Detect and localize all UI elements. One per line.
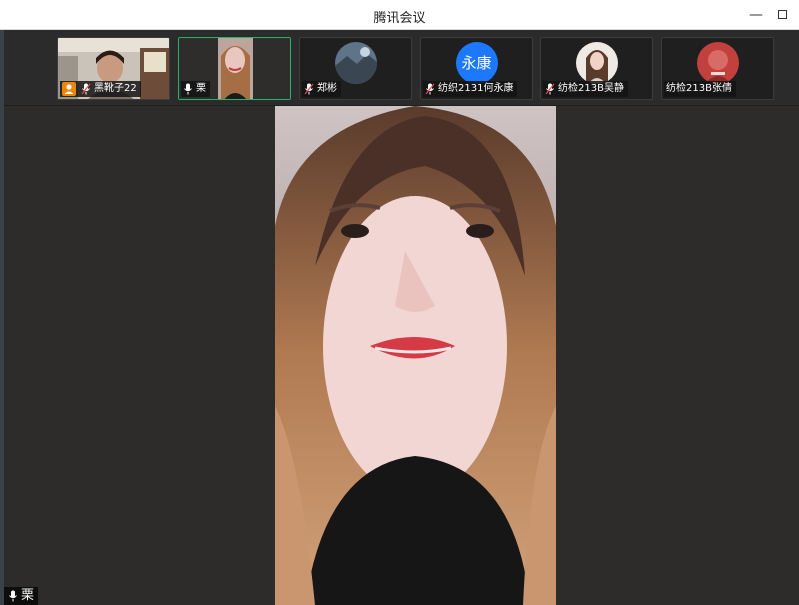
meeting-window: 腾讯会议 — 黑靴子22 栗 郑彬 永康 纺织2131何永康 纺检213B吴静 … <box>0 0 799 605</box>
mic-muted-icon <box>81 83 91 95</box>
maximize-button[interactable] <box>771 4 793 26</box>
participant-avatar-6 <box>696 42 739 84</box>
title-bar: 腾讯会议 — <box>0 0 799 30</box>
host-icon <box>62 82 76 96</box>
participant-avatar-3 <box>334 42 377 84</box>
window-title: 腾讯会议 <box>373 11 426 26</box>
participant-avatar-5 <box>575 42 618 84</box>
participant-tile-5[interactable]: 纺检213B吴静 <box>540 37 653 100</box>
mic-icon <box>183 83 193 95</box>
participant-label-1: 黑靴子22 <box>60 81 141 97</box>
participant-tile-1[interactable]: 黑靴子22 <box>57 37 170 100</box>
participant-strip: 黑靴子22 栗 郑彬 永康 纺织2131何永康 纺检213B吴静 纺检213B张… <box>4 30 799 106</box>
minimize-icon: — <box>749 7 763 23</box>
participant-label-4: 纺织2131何永康 <box>423 81 518 97</box>
participant-name-3: 郑彬 <box>317 83 337 94</box>
participant-label-3: 郑彬 <box>302 81 341 97</box>
mic-muted-icon <box>304 83 314 95</box>
maximize-icon <box>777 10 787 19</box>
participant-tile-6[interactable]: 纺检213B张倩 <box>661 37 774 100</box>
participant-tile-4[interactable]: 永康 纺织2131何永康 <box>420 37 533 100</box>
participant-label-2: 栗 <box>181 81 210 97</box>
main-speaker-label: 栗 <box>4 587 39 605</box>
main-video-area <box>4 106 799 605</box>
participant-name-4: 纺织2131何永康 <box>438 83 514 94</box>
participant-name-2: 栗 <box>196 83 206 94</box>
participant-tile-2[interactable]: 栗 <box>178 37 291 100</box>
participant-tile-3[interactable]: 郑彬 <box>299 37 412 100</box>
main-speaker-video[interactable] <box>275 106 556 605</box>
participant-initials-avatar: 永康 <box>455 42 498 84</box>
participant-name-1: 黑靴子22 <box>94 83 137 94</box>
main-speaker-name: 栗 <box>21 588 35 603</box>
participant-label-6: 纺检213B张倩 <box>664 81 736 97</box>
mic-muted-icon <box>545 83 555 95</box>
participant-name-5: 纺检213B吴静 <box>558 83 624 94</box>
minimize-button[interactable]: — <box>745 4 767 26</box>
mic-muted-icon <box>425 83 435 95</box>
mic-icon <box>8 590 18 602</box>
participant-label-5: 纺检213B吴静 <box>543 81 628 97</box>
participant-name-6: 纺检213B张倩 <box>666 83 732 94</box>
